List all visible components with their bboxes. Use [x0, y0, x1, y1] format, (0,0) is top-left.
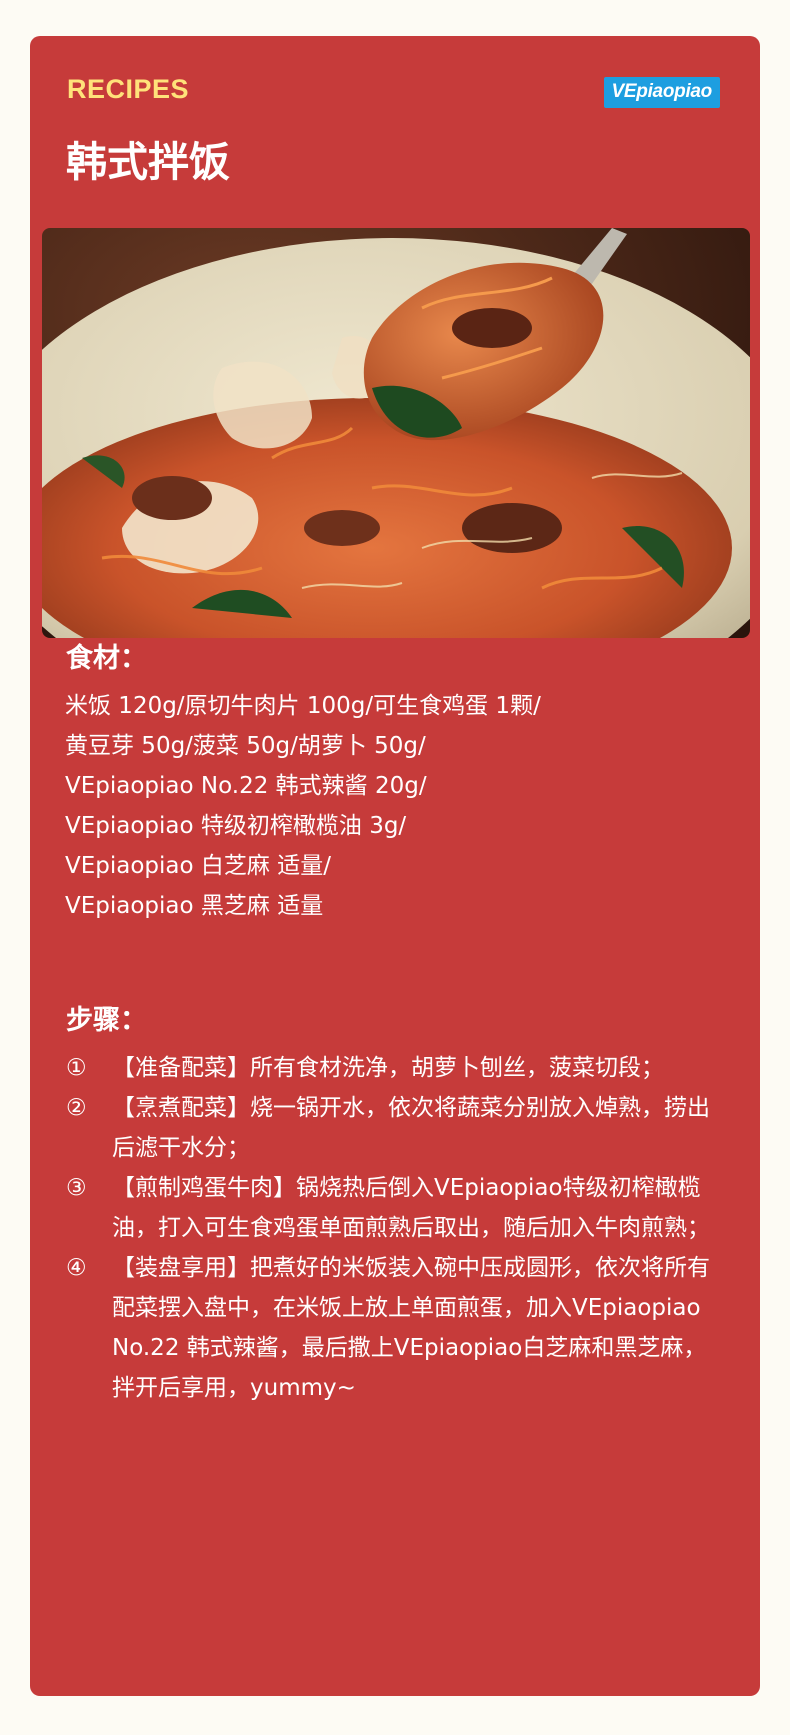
steps-heading: 步骤：	[66, 1005, 147, 1036]
step-item: ② 【烹煮配菜】烧一锅开水，依次将蔬菜分别放入焯熟，捞出后滤干水分；	[66, 1088, 726, 1168]
step-number: ④	[66, 1255, 87, 1281]
step-number: ②	[66, 1095, 87, 1121]
steps-list: ① 【准备配菜】所有食材洗净，胡萝卜刨丝，菠菜切段； ② 【烹煮配菜】烧一锅开水…	[66, 1048, 726, 1408]
step-text: 【烹煮配菜】烧一锅开水，依次将蔬菜分别放入焯熟，捞出后滤干水分；	[112, 1095, 710, 1161]
ingredients-heading: 食材：	[66, 643, 147, 674]
ingredient-line: VEpiaopiao 特级初榨橄榄油 3g/	[65, 813, 407, 839]
step-item: ① 【准备配菜】所有食材洗净，胡萝卜刨丝，菠菜切段；	[66, 1048, 726, 1088]
step-text: 【煎制鸡蛋牛肉】锅烧热后倒入VEpiaopiao特级初榨橄榄油，打入可生食鸡蛋单…	[112, 1175, 710, 1241]
ingredient-line: VEpiaopiao 白芝麻 适量/	[65, 853, 331, 879]
recipe-photo	[42, 228, 750, 638]
ingredient-line: VEpiaopiao No.22 韩式辣酱 20g/	[65, 773, 427, 799]
step-item: ④ 【装盘享用】把煮好的米饭装入碗中压成圆形，依次将所有配菜摆入盘中，在米饭上放…	[66, 1248, 726, 1408]
section-eyebrow: RECIPES	[67, 74, 190, 104]
step-text: 【准备配菜】所有食材洗净，胡萝卜刨丝，菠菜切段；	[112, 1055, 664, 1081]
recipe-card: RECIPES VEpiaopiao 韩式拌饭 食材： 米饭 120g/原切牛肉…	[30, 36, 760, 1696]
ingredient-line: 米饭 120g/原切牛肉片 100g/可生食鸡蛋 1颗/	[65, 693, 541, 719]
step-number: ③	[66, 1175, 87, 1201]
step-text: 【装盘享用】把煮好的米饭装入碗中压成圆形，依次将所有配菜摆入盘中，在米饭上放上单…	[112, 1255, 710, 1401]
step-number: ①	[66, 1055, 87, 1081]
step-item: ③ 【煎制鸡蛋牛肉】锅烧热后倒入VEpiaopiao特级初榨橄榄油，打入可生食鸡…	[66, 1168, 726, 1248]
ingredients-list: 米饭 120g/原切牛肉片 100g/可生食鸡蛋 1颗/ 黄豆芽 50g/菠菜 …	[65, 686, 725, 926]
brand-logo: VEpiaopiao	[603, 77, 720, 108]
ingredient-line: 黄豆芽 50g/菠菜 50g/胡萝卜 50g/	[65, 733, 426, 759]
recipe-title: 韩式拌饭	[66, 138, 230, 186]
ingredient-line: VEpiaopiao 黑芝麻 适量	[65, 893, 324, 919]
